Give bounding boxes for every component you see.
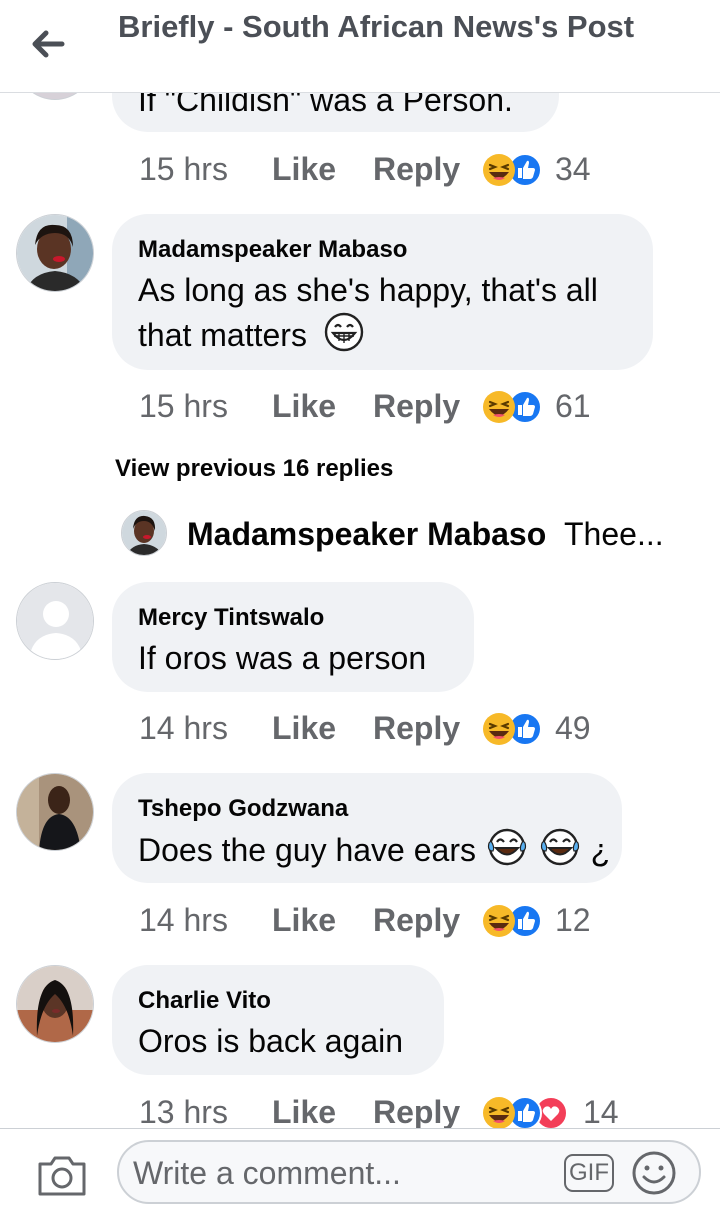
- profile-photo: [17, 966, 93, 1042]
- reactions-icons[interactable]: [482, 390, 544, 424]
- avatar[interactable]: [16, 214, 94, 292]
- reaction-count: 61: [555, 388, 591, 424]
- like-button[interactable]: Like: [272, 902, 336, 939]
- reaction-count: 14: [583, 1094, 619, 1130]
- profile-photo: [17, 215, 93, 291]
- reply-button[interactable]: Reply: [373, 1094, 460, 1131]
- comment-time[interactable]: 14 hrs: [139, 710, 228, 747]
- comment-text: Does the guy have ears: [138, 832, 476, 868]
- comment-placeholder: Write a comment...: [133, 1155, 401, 1191]
- like-button[interactable]: Like: [272, 151, 336, 188]
- camera-icon[interactable]: [36, 1154, 88, 1198]
- grin-emoji-icon: [324, 312, 364, 352]
- commenter-name[interactable]: Tshepo Godzwana: [138, 795, 348, 823]
- comments-feed[interactable]: If "Childish" was a Person. 15 hrs Like …: [0, 0, 720, 1207]
- haha-reaction-icon: [482, 904, 516, 938]
- reply-button[interactable]: Reply: [373, 710, 460, 747]
- comment-text-suffix: ¿: [590, 832, 611, 868]
- comment-bubble[interactable]: Charlie Vito Oros is back again: [112, 965, 444, 1075]
- tears-of-joy-emoji-icon: [538, 827, 582, 867]
- reply-preview-text[interactable]: Thee...: [564, 516, 664, 553]
- comment-time[interactable]: 15 hrs: [139, 151, 228, 188]
- reactions-icons[interactable]: [482, 1096, 572, 1130]
- page-title: Briefly - South African News's Post: [118, 9, 635, 44]
- app-header: Briefly - South African News's Post: [0, 0, 720, 93]
- profile-photo: [122, 511, 166, 555]
- avatar[interactable]: [16, 965, 94, 1043]
- commenter-name[interactable]: Charlie Vito: [138, 987, 271, 1015]
- reply-author-name[interactable]: Madamspeaker Mabaso: [187, 516, 546, 553]
- reaction-count: 49: [555, 710, 591, 746]
- like-button[interactable]: Like: [272, 710, 336, 747]
- comment-composer: Write a comment... GIF: [0, 1128, 720, 1208]
- comment-bubble[interactable]: Mercy Tintswalo If oros was a person: [112, 582, 474, 692]
- tears-of-joy-emoji-icon: [485, 827, 529, 867]
- back-arrow-icon[interactable]: [26, 22, 70, 66]
- commenter-name[interactable]: Mercy Tintswalo: [138, 604, 324, 632]
- comment-text: As long as she's happy, that's all: [138, 272, 598, 308]
- comment-text: If oros was a person: [138, 640, 427, 676]
- avatar[interactable]: [16, 773, 94, 851]
- default-avatar-icon: [17, 583, 94, 660]
- comment-text-continued: that matters: [138, 317, 307, 353]
- avatar[interactable]: [16, 582, 94, 660]
- haha-reaction-icon: [482, 1096, 516, 1130]
- profile-photo: [17, 774, 93, 850]
- like-button[interactable]: Like: [272, 1094, 336, 1131]
- comment-bubble[interactable]: Madamspeaker Mabaso As long as she's hap…: [112, 214, 653, 370]
- commenter-name[interactable]: Madamspeaker Mabaso: [138, 236, 407, 264]
- reply-button[interactable]: Reply: [373, 902, 460, 939]
- reactions-icons[interactable]: [482, 153, 544, 187]
- comment-text-line2: that matters: [138, 312, 364, 357]
- haha-reaction-icon: [482, 153, 516, 187]
- comment-time[interactable]: 14 hrs: [139, 902, 228, 939]
- comment-input[interactable]: Write a comment... GIF: [117, 1140, 701, 1204]
- view-previous-replies[interactable]: View previous 16 replies: [115, 455, 393, 483]
- comment-text: Oros is back again: [138, 1023, 404, 1059]
- reply-button[interactable]: Reply: [373, 151, 460, 188]
- reply-button[interactable]: Reply: [373, 388, 460, 425]
- reactions-icons[interactable]: [482, 712, 544, 746]
- smiley-icon[interactable]: [631, 1150, 677, 1196]
- comment-text-line: Does the guy have ears ¿: [138, 827, 610, 872]
- reactions-icons[interactable]: [482, 904, 544, 938]
- reply-avatar[interactable]: [121, 510, 167, 556]
- haha-reaction-icon: [482, 390, 516, 424]
- comment-bubble[interactable]: Tshepo Godzwana Does the guy have ears ¿: [112, 773, 622, 883]
- reaction-count: 34: [555, 151, 591, 187]
- reaction-count: 12: [555, 902, 591, 938]
- comment-time[interactable]: 15 hrs: [139, 388, 228, 425]
- like-button[interactable]: Like: [272, 388, 336, 425]
- haha-reaction-icon: [482, 712, 516, 746]
- comment-time[interactable]: 13 hrs: [139, 1094, 228, 1131]
- gif-button[interactable]: GIF: [564, 1154, 614, 1192]
